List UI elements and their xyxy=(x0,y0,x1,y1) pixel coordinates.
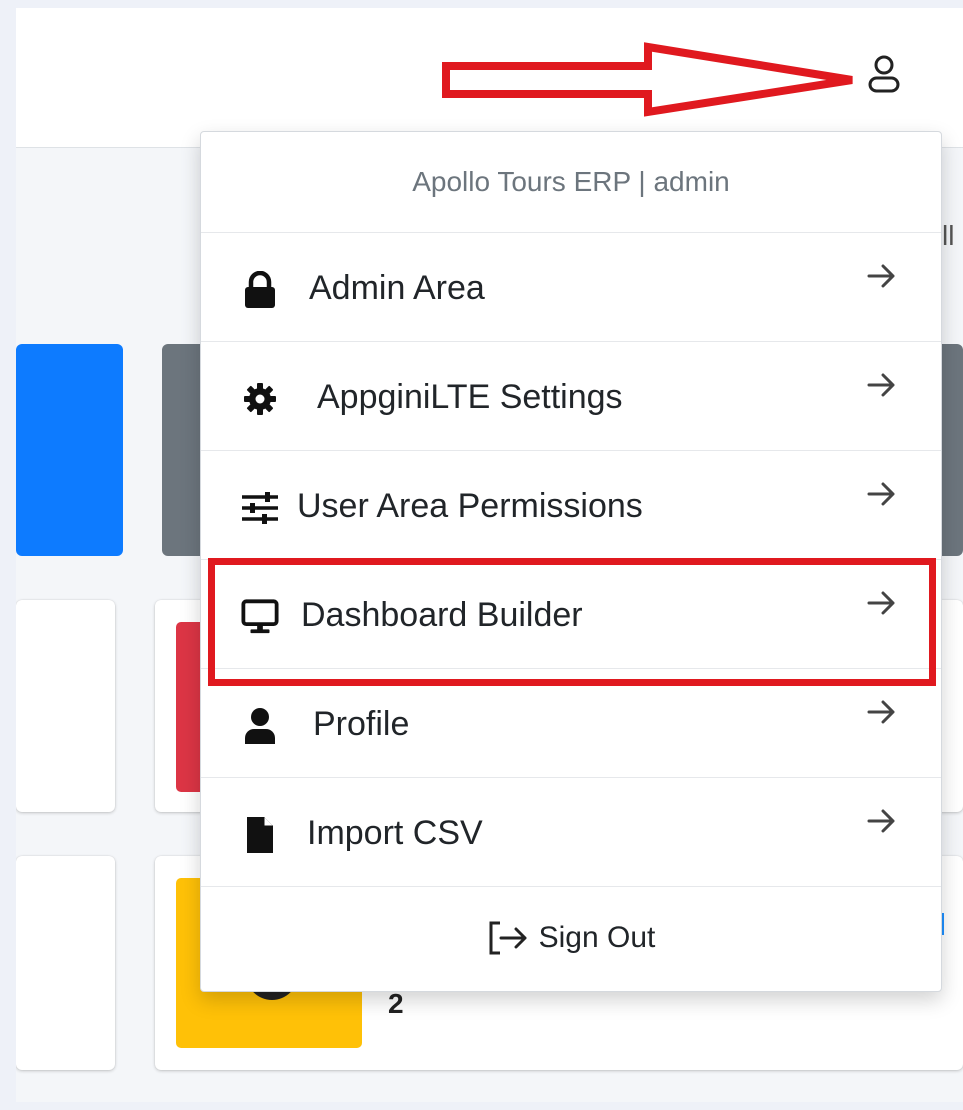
sign-out-button[interactable]: Sign Out xyxy=(201,887,941,988)
menu-item-label: Profile xyxy=(313,705,410,743)
menu-item-label: User Area Permissions xyxy=(297,487,643,525)
menu-item-user-area-permissions[interactable]: User Area Permissions xyxy=(201,451,941,560)
obscured-text: ll xyxy=(942,220,955,251)
arrow-right-icon xyxy=(867,264,895,288)
arrow-right-icon xyxy=(867,482,895,506)
gear-icon xyxy=(241,379,279,419)
annotation-arrow-icon xyxy=(442,42,853,117)
arrow-right-icon xyxy=(867,700,895,724)
user-outline-icon xyxy=(868,55,900,93)
user-menu-toggle[interactable] xyxy=(864,52,904,96)
sign-out-label: Sign Out xyxy=(538,920,656,954)
arrow-right-icon xyxy=(867,373,895,397)
menu-item-profile[interactable]: Profile xyxy=(201,669,941,778)
menu-item-label: Import CSV xyxy=(307,814,483,852)
sign-out-icon xyxy=(489,921,527,954)
menu-item-appginilte-settings[interactable]: AppginiLTE Settings xyxy=(201,342,941,451)
menu-item-admin-area[interactable]: Admin Area xyxy=(201,233,941,342)
user-dropdown-menu: Apollo Tours ERP | admin Admin Area Appg… xyxy=(200,131,942,992)
monitor-icon xyxy=(241,597,279,637)
menu-item-label: AppginiLTE Settings xyxy=(317,378,623,416)
sliders-icon xyxy=(241,488,279,528)
info-card xyxy=(16,600,115,812)
top-navbar xyxy=(16,8,963,148)
card-count: 2 xyxy=(388,988,404,1019)
info-card xyxy=(16,856,115,1070)
user-icon xyxy=(241,706,279,746)
menu-item-label: Admin Area xyxy=(309,269,485,307)
info-tile-blue xyxy=(16,344,123,556)
arrow-right-icon xyxy=(867,591,895,615)
menu-item-dashboard-builder[interactable]: Dashboard Builder xyxy=(201,560,941,669)
lock-icon xyxy=(241,270,279,310)
menu-item-import-csv[interactable]: Import CSV xyxy=(201,778,941,887)
menu-item-label: Dashboard Builder xyxy=(301,596,583,634)
dropdown-header: Apollo Tours ERP | admin xyxy=(201,132,941,233)
file-icon xyxy=(241,815,279,855)
arrow-right-icon xyxy=(867,809,895,833)
